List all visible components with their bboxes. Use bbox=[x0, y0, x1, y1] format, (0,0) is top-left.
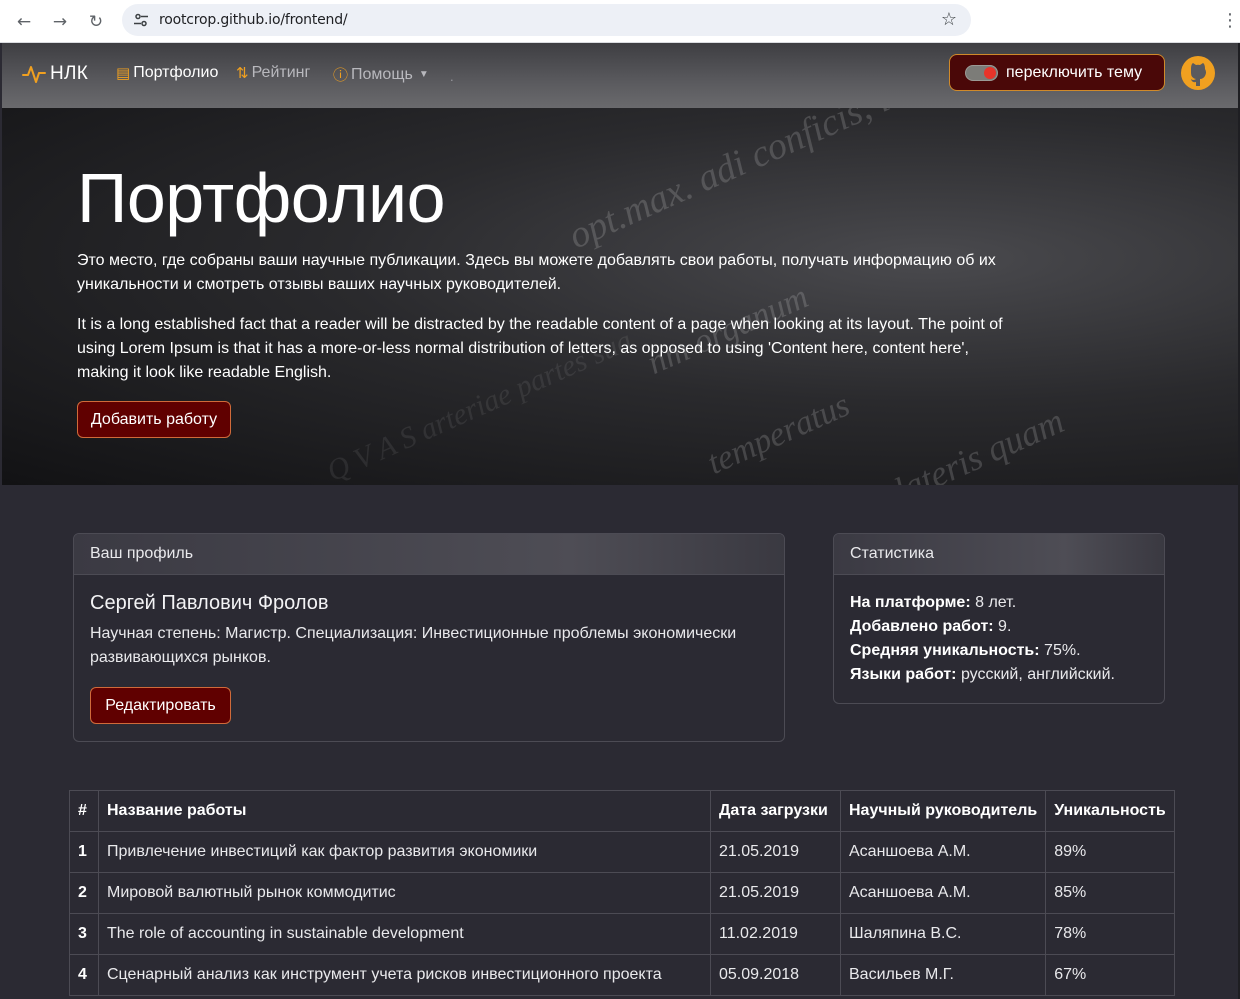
uniqueness: 67% bbox=[1045, 954, 1176, 996]
nav-rating[interactable]: ⇅ Рейтинг bbox=[236, 64, 310, 82]
table-row[interactable]: 2 Мировой валютный рынок коммодитис 21.0… bbox=[69, 872, 1176, 914]
add-work-button[interactable]: Добавить работу bbox=[77, 401, 231, 438]
work-title: Сценарный анализ как инструмент учета ри… bbox=[98, 954, 711, 996]
column-header-date: Дата загрузки bbox=[710, 790, 841, 832]
page-title: Портфолио bbox=[77, 159, 446, 237]
stats-card: Статистика На платформе: 8 лет. Добавлен… bbox=[833, 533, 1165, 704]
supervisor: Шаляпина В.С. bbox=[839, 913, 1047, 955]
uniqueness: 78% bbox=[1045, 913, 1176, 955]
site-settings-icon[interactable] bbox=[133, 12, 149, 28]
work-title: Привлечение инвестиций как фактор развит… bbox=[98, 831, 711, 873]
upload-date: 21.05.2019 bbox=[710, 831, 841, 873]
background-manuscript-texture: opt.max. adi conficis, in aula Medic bbox=[562, 108, 1079, 258]
table-row[interactable]: 4 Сценарный анализ как инструмент учета … bbox=[69, 954, 1176, 996]
stats-card-header: Статистика bbox=[834, 534, 1164, 575]
table-header-row: # Название работы Дата загрузки Научный … bbox=[69, 790, 1176, 832]
column-header-supervisor: Научный руководитель bbox=[839, 790, 1047, 832]
brand-name: НЛК bbox=[50, 63, 89, 84]
stat-platform-time: На платформе: 8 лет. bbox=[850, 594, 1017, 611]
chevron-down-icon: ▼ bbox=[418, 69, 429, 80]
nav-portfolio-label: Портфолио bbox=[133, 64, 219, 81]
forward-icon[interactable]: → bbox=[47, 9, 73, 35]
profile-description: Научная степень: Магистр. Специализация:… bbox=[90, 625, 737, 666]
sort-icon: ⇅ bbox=[236, 64, 249, 82]
nav-help[interactable]: ⓘ Помощь ▼ bbox=[333, 64, 429, 85]
github-icon[interactable] bbox=[1180, 55, 1216, 91]
theme-toggle-label: переключить тему bbox=[1006, 64, 1143, 81]
upload-date: 11.02.2019 bbox=[710, 913, 841, 955]
uniqueness: 89% bbox=[1045, 831, 1176, 873]
edit-profile-button[interactable]: Редактировать bbox=[90, 687, 231, 724]
stat-works-added: Добавлено работ: 9. bbox=[850, 618, 1012, 635]
upload-date: 21.05.2019 bbox=[710, 872, 841, 914]
nav-portfolio[interactable]: ▤ Портфолио bbox=[116, 64, 218, 82]
nav-dot: . bbox=[450, 69, 454, 84]
uniqueness: 85% bbox=[1045, 872, 1176, 914]
brand[interactable]: НЛК bbox=[22, 62, 88, 86]
back-icon[interactable]: ← bbox=[11, 9, 37, 35]
stat-average-uniqueness: Средняя уникальность: 75%. bbox=[850, 642, 1081, 659]
profile-name: Сергей Павлович Фролов bbox=[90, 592, 329, 614]
toggle-switch-icon[interactable] bbox=[965, 65, 998, 81]
work-title: Мировой валютный рынок коммодитис bbox=[98, 872, 711, 914]
row-number: 3 bbox=[69, 913, 99, 955]
nav-help-label: Помощь bbox=[351, 65, 413, 83]
upload-date: 05.09.2018 bbox=[710, 954, 841, 996]
row-number: 2 bbox=[69, 872, 99, 914]
address-bar[interactable]: rootcrop.github.io/frontend/ ☆ bbox=[122, 4, 971, 36]
question-circle-icon: ⓘ bbox=[333, 66, 349, 84]
hero-lead-en: It is a long established fact that a rea… bbox=[77, 316, 1003, 381]
profile-card-header: Ваш профиль bbox=[74, 534, 784, 575]
table-row[interactable]: 3 The role of accounting in sustainable … bbox=[69, 913, 1176, 955]
hero-lead-ru: Это место, где собраны ваши научные публ… bbox=[77, 252, 996, 293]
stat-work-languages: Языки работ: русский, английский. bbox=[850, 666, 1115, 683]
column-header-title: Название работы bbox=[98, 790, 711, 832]
document-list-icon: ▤ bbox=[116, 64, 131, 82]
supervisor: Васильев М.Г. bbox=[839, 954, 1047, 996]
theme-toggle-button[interactable]: переключить тему bbox=[949, 54, 1165, 91]
row-number: 1 bbox=[69, 831, 99, 873]
reload-icon[interactable]: ↻ bbox=[83, 9, 109, 35]
column-header-number: # bbox=[69, 790, 99, 832]
browser-toolbar: ← → ↻ rootcrop.github.io/frontend/ ☆ ⋮ bbox=[0, 0, 1240, 43]
work-title: The role of accounting in sustainable de… bbox=[98, 913, 711, 955]
supervisor: Асаншоева А.М. bbox=[839, 831, 1047, 873]
url-text[interactable]: rootcrop.github.io/frontend/ bbox=[159, 12, 348, 28]
supervisor: Асаншоева А.М. bbox=[839, 872, 1047, 914]
background-manuscript-texture: temperatus bbox=[702, 386, 856, 482]
background-manuscript-texture: lem lateris quam bbox=[832, 400, 1070, 485]
column-header-uniqueness: Уникальность bbox=[1045, 790, 1176, 832]
bookmark-star-icon[interactable]: ☆ bbox=[941, 9, 957, 30]
nav-rating-label: Рейтинг bbox=[251, 64, 311, 81]
app-navbar: НЛК ▤ Портфолио ⇅ Рейтинг ⓘ Помощь ▼ . п… bbox=[2, 43, 1238, 108]
table-row[interactable]: 1 Привлечение инвестиций как фактор разв… bbox=[69, 831, 1176, 873]
works-table: # Название работы Дата загрузки Научный … bbox=[69, 790, 1176, 996]
hero-section: opt.max. adi conficis, in aula Medic nm … bbox=[2, 108, 1238, 485]
browser-menu-icon[interactable]: ⋮ bbox=[1221, 10, 1239, 31]
row-number: 4 bbox=[69, 954, 99, 996]
pulse-icon bbox=[22, 66, 46, 83]
profile-card: Ваш профиль Сергей Павлович Фролов Научн… bbox=[73, 533, 785, 742]
